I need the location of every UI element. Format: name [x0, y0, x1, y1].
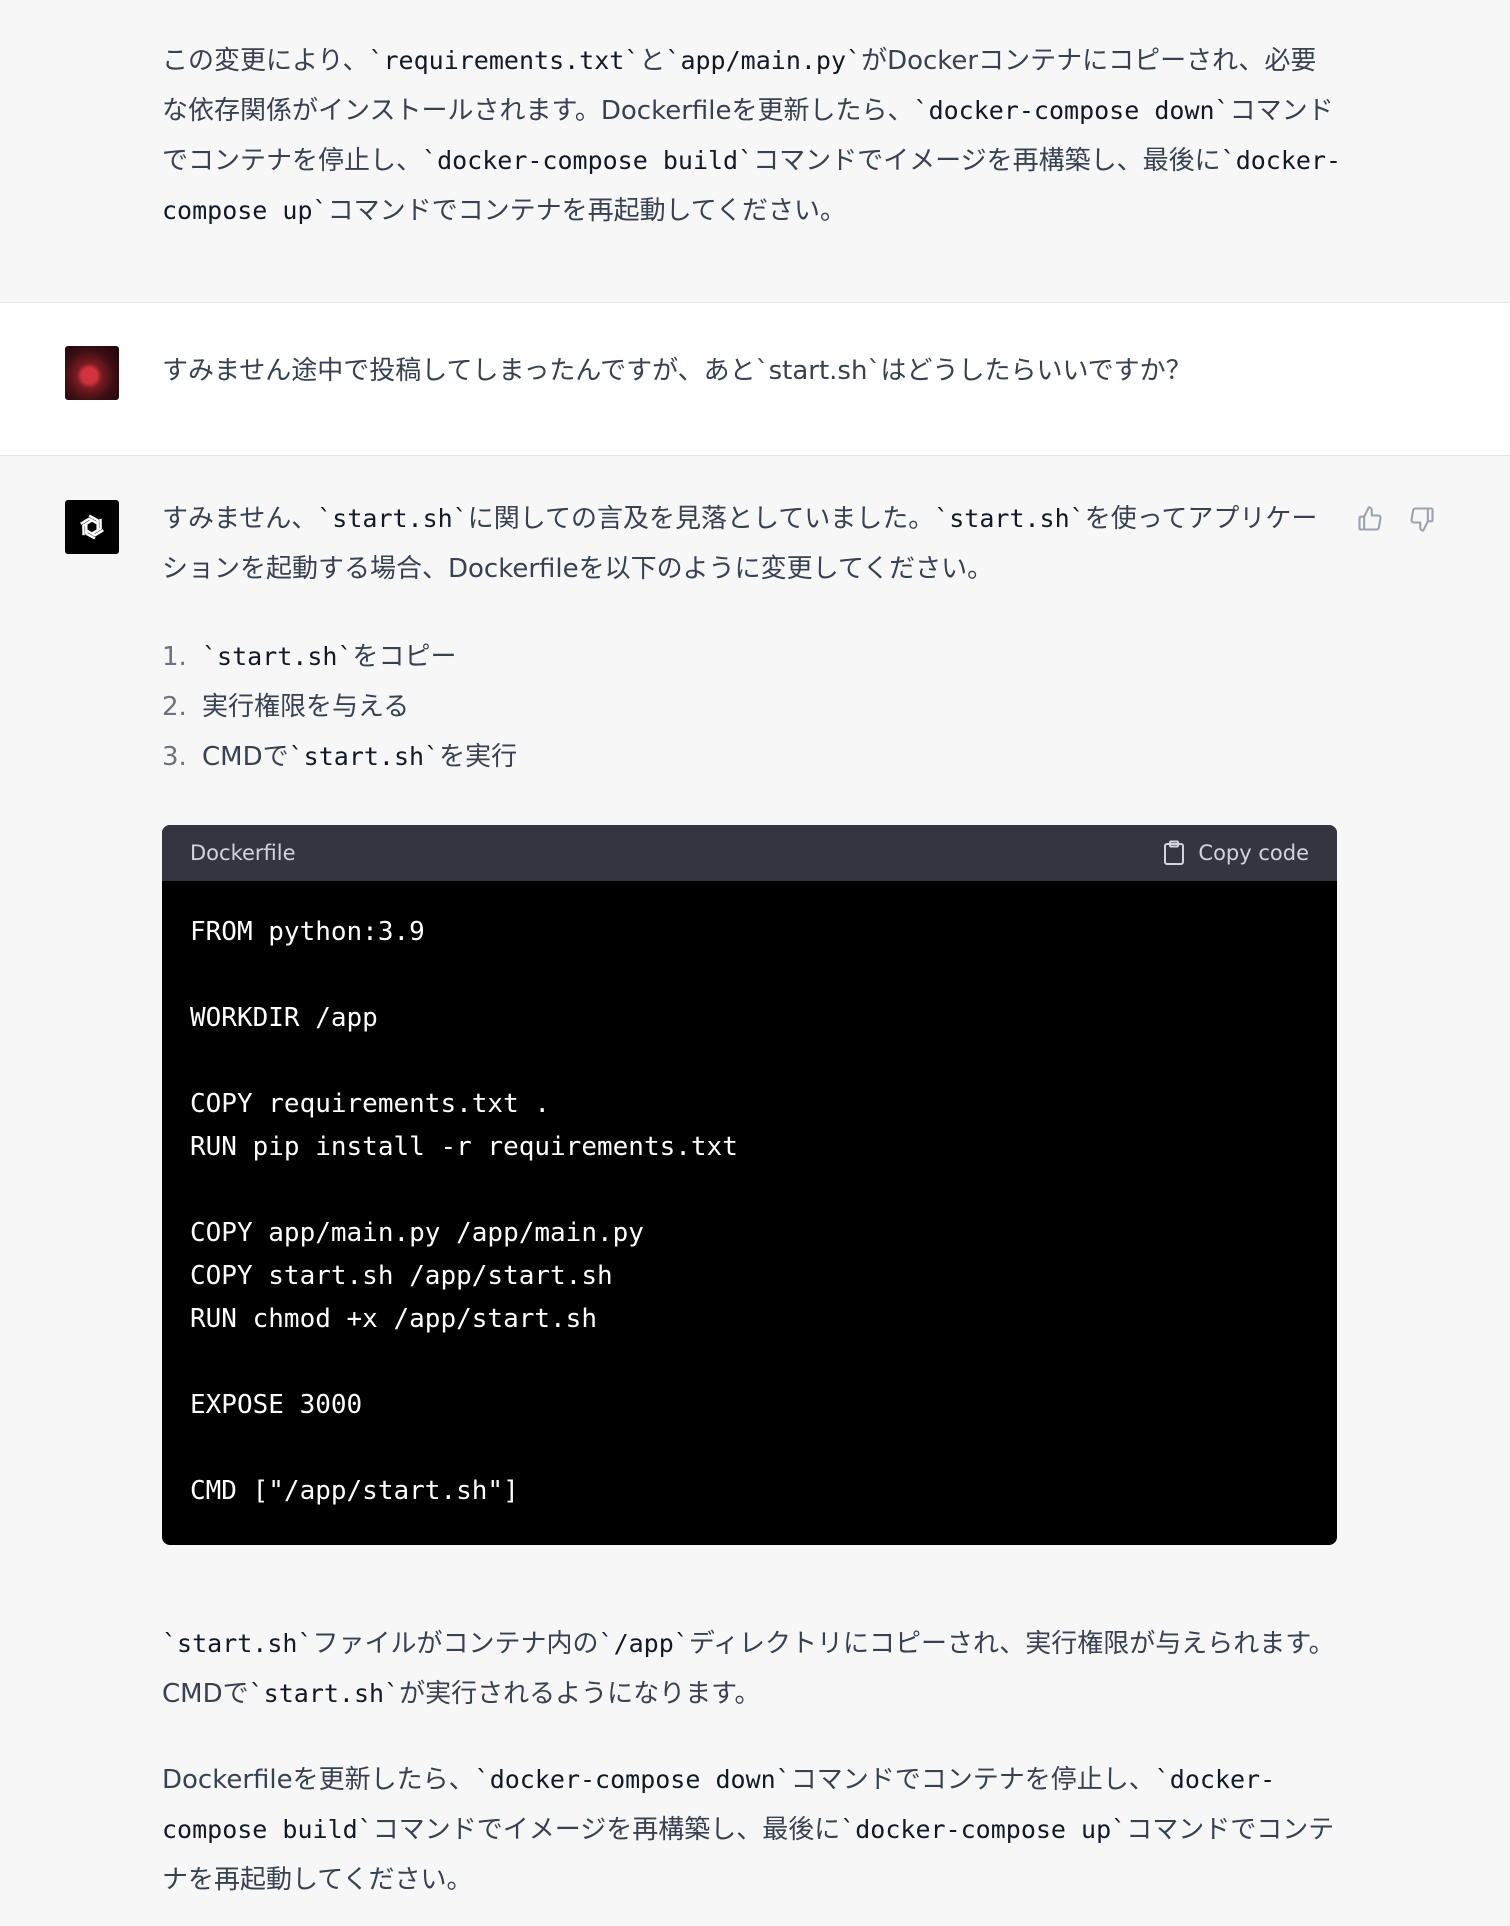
text-span: コマンドでイメージを再構築し、最後に — [372, 1815, 841, 1845]
copy-code-label: Copy code — [1198, 841, 1309, 865]
text-span: `start.sh` — [755, 356, 881, 386]
inline-code: `docker-compose up` — [840, 1815, 1127, 1844]
text-span: コマンドでコンテナを再起動してください。 — [327, 196, 847, 226]
inline-code: `docker-compose build` — [422, 146, 754, 175]
thumbs-down-button[interactable] — [1407, 504, 1437, 534]
text-span: すみません、 — [162, 504, 318, 534]
inline-code: `start.sh` — [248, 1679, 400, 1708]
inline-code: `app/main.py` — [665, 46, 862, 75]
code-language-label: Dockerfile — [190, 841, 296, 865]
text-span: が実行されるようになります。 — [399, 1679, 761, 1709]
text-span: 実行権限を与える — [202, 692, 410, 722]
text-span: コマンドでイメージを再構築し、最後に — [753, 146, 1221, 176]
thumbs-up-icon — [1358, 506, 1382, 531]
text-span: Dockerfileを更新したら、 — [162, 1765, 475, 1795]
list-item: 3. CMDで`start.sh`を実行 — [162, 742, 518, 772]
list-item: 2. 実行権限を与える — [162, 692, 410, 722]
feedback-buttons — [1355, 504, 1437, 534]
text-span: をコピー — [352, 642, 457, 672]
text-span: CMDで — [202, 742, 289, 772]
message-text: この変更により、`requirements.txt`と`app/main.py`… — [162, 36, 1342, 236]
thumbs-up-button[interactable] — [1355, 504, 1385, 534]
text-span: と — [639, 46, 666, 76]
inline-code: `start.sh` — [288, 742, 440, 771]
openai-logo-icon — [80, 514, 104, 540]
inline-code: `start.sh` — [934, 504, 1085, 533]
code-block: Dockerfile Copy code FROM python:3.9 WOR… — [162, 825, 1337, 1545]
assistant-after-text-2: Dockerfileを更新したら、`docker-compose down`コマ… — [162, 1755, 1342, 1905]
inline-code: `start.sh` — [162, 1629, 313, 1658]
inline-code: `docker-compose down` — [474, 1765, 791, 1794]
inline-code: `start.sh` — [202, 642, 353, 671]
text-span: ファイルがコンテナ内の — [312, 1629, 599, 1659]
assistant-avatar — [65, 500, 119, 554]
user-message: すみません途中で投稿してしまったんですが、あと`start.sh`はどうしたらい… — [0, 302, 1510, 456]
thumbs-down-icon — [1410, 507, 1434, 532]
code-content: FROM python:3.9 WORKDIR /app COPY requir… — [190, 917, 738, 1506]
clipboard-icon — [1164, 840, 1185, 865]
text-span: はどうしたらいいですか？ — [880, 356, 1192, 386]
assistant-after-text-1: `start.sh`ファイルがコンテナ内の`/app`ディレクトリにコピーされ、… — [162, 1619, 1342, 1719]
list-item: 1. `start.sh`をコピー — [162, 642, 457, 672]
inline-code: `/app` — [598, 1629, 689, 1658]
text-span: すみません途中で投稿してしまったんですが、あと — [162, 356, 756, 386]
copy-code-button[interactable]: Copy code — [1162, 840, 1309, 866]
text-span: コマンドでコンテナを停止し、 — [790, 1765, 1155, 1795]
user-message-text: すみません途中で投稿してしまったんですが、あと`start.sh`はどうしたらい… — [162, 346, 1342, 396]
assistant-intro-text: すみません、`start.sh`に関しての言及を見落としていました。`start… — [162, 494, 1342, 594]
assistant-message-prev: この変更により、`requirements.txt`と`app/main.py`… — [0, 0, 1510, 302]
inline-code: `start.sh` — [317, 504, 468, 533]
steps-list: 1. `start.sh`をコピー 2. 実行権限を与える 3. CMDで`start… — [162, 632, 1342, 782]
code-block-header: Dockerfile Copy code — [162, 825, 1337, 881]
assistant-message: すみません、`start.sh`に関しての言及を見落としていました。`start… — [0, 456, 1510, 1926]
text-span: に関しての言及を見落としていました。 — [467, 504, 935, 534]
text-span: この変更により、 — [162, 46, 369, 76]
inline-code: `requirements.txt` — [368, 46, 640, 75]
user-avatar — [65, 346, 119, 400]
text-span: を実行 — [439, 742, 518, 772]
inline-code: `docker-compose down` — [913, 96, 1230, 125]
